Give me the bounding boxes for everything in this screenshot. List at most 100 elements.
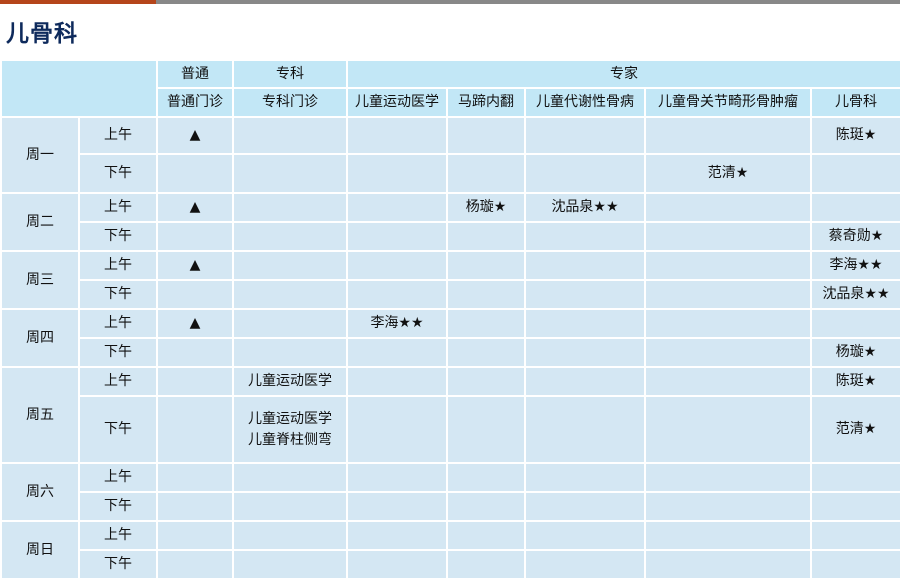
schedule-cell — [446, 395, 526, 464]
schedule-cell: 范清★ — [810, 395, 900, 464]
schedule-cell — [446, 366, 526, 397]
column-header-pediatric-ortho: 儿骨科 — [810, 87, 900, 118]
schedule-cell — [810, 153, 900, 194]
period-label: 上午 — [78, 192, 158, 223]
column-header-sports-medicine: 儿童运动医学 — [346, 87, 448, 118]
schedule-cell — [810, 308, 900, 339]
day-label: 周五 — [0, 366, 80, 464]
schedule-cell — [346, 462, 448, 493]
schedule-cell — [644, 549, 812, 580]
schedule-cell — [346, 549, 448, 580]
schedule-cell — [232, 462, 348, 493]
schedule-cell — [644, 395, 812, 464]
schedule-cell — [156, 366, 234, 397]
schedule-cell — [644, 192, 812, 223]
schedule-cell: 沈品泉★★ — [810, 279, 900, 310]
group-header-expert: 专家 — [346, 59, 900, 89]
schedule-cell — [346, 366, 448, 397]
schedule-cell — [346, 116, 448, 155]
day-label: 周三 — [0, 250, 80, 310]
group-header-specialty: 专科 — [232, 59, 348, 89]
period-label: 上午 — [78, 462, 158, 493]
table-row: 周五 上午 儿童运动医学 陈珽★ — [0, 366, 900, 464]
schedule-cell — [446, 279, 526, 310]
day-label: 周六 — [0, 462, 80, 522]
schedule-cell — [232, 279, 348, 310]
table-row: 下午 沈品泉★★ — [1, 279, 900, 310]
schedule-cell — [346, 395, 448, 464]
schedule-cell — [524, 520, 646, 551]
schedule-cell — [156, 153, 234, 194]
schedule-cell — [644, 520, 812, 551]
schedule-cell — [232, 153, 348, 194]
day-label: 周二 — [0, 192, 80, 252]
schedule-cell — [644, 250, 812, 281]
schedule-cell: ▲ — [156, 308, 234, 339]
schedule-cell — [644, 279, 812, 310]
schedule-cell: 陈珽★ — [810, 116, 900, 155]
schedule-cell: 范清★ — [644, 153, 812, 194]
table-row: 周日 上午 — [0, 520, 900, 580]
table-row: 周一 上午 ▲ 陈珽★ — [0, 116, 900, 194]
schedule-cell — [446, 153, 526, 194]
schedule-cell — [524, 337, 646, 368]
schedule-cell — [346, 192, 448, 223]
schedule-cell — [346, 337, 448, 368]
schedule-cell — [446, 337, 526, 368]
schedule-cell — [524, 153, 646, 194]
schedule-cell — [524, 279, 646, 310]
schedule-cell — [644, 462, 812, 493]
schedule-cell — [446, 549, 526, 580]
schedule-cell — [446, 308, 526, 339]
schedule-cell — [446, 116, 526, 155]
schedule-cell — [644, 366, 812, 397]
schedule-cell — [644, 337, 812, 368]
table-row: 下午 蔡奇勋★ — [1, 221, 900, 252]
schedule-cell — [644, 116, 812, 155]
schedule-cell: 儿童运动医学 — [232, 366, 348, 397]
table-row: 周三 上午 ▲ 李海★★ — [0, 250, 900, 310]
period-label: 下午 — [78, 337, 158, 368]
day-label: 周日 — [0, 520, 80, 580]
schedule-cell — [524, 462, 646, 493]
schedule-cell — [232, 491, 348, 522]
period-label: 下午 — [78, 279, 158, 310]
schedule-cell — [156, 395, 234, 464]
schedule-cell — [644, 221, 812, 252]
schedule-cell — [156, 462, 234, 493]
schedule-cell — [156, 491, 234, 522]
schedule-cell — [156, 221, 234, 252]
period-label: 上午 — [78, 116, 158, 155]
schedule-cell: ▲ — [156, 250, 234, 281]
schedule-cell — [156, 279, 234, 310]
schedule-cell — [524, 221, 646, 252]
schedule-cell — [156, 520, 234, 551]
period-label: 下午 — [78, 491, 158, 522]
table-row: 下午 范清★ — [1, 153, 900, 194]
schedule-cell — [232, 192, 348, 223]
schedule-cell — [156, 549, 234, 580]
schedule-cell — [446, 491, 526, 522]
schedule-cell — [346, 153, 448, 194]
group-header-general: 普通 — [156, 59, 234, 89]
top-bar-accent — [0, 0, 156, 4]
schedule-cell — [810, 192, 900, 223]
schedule-cell — [810, 462, 900, 493]
schedule-cell — [156, 337, 234, 368]
schedule-cell — [524, 395, 646, 464]
period-label: 上午 — [78, 520, 158, 551]
schedule-cell — [644, 491, 812, 522]
schedule-cell — [346, 279, 448, 310]
period-label: 下午 — [78, 395, 158, 464]
table-row: 下午 杨璇★ — [1, 337, 900, 368]
day-label: 周一 — [0, 116, 80, 194]
schedule-cell: 杨璇★ — [446, 192, 526, 223]
schedule-cell — [446, 221, 526, 252]
schedule-cell — [346, 491, 448, 522]
schedule-cell: 杨璇★ — [810, 337, 900, 368]
table-row: 周四 上午 ▲ 李海★★ — [0, 308, 900, 368]
schedule-cell — [524, 308, 646, 339]
schedule-cell: ▲ — [156, 116, 234, 155]
schedule-cell — [524, 116, 646, 155]
schedule-body: 周一 上午 ▲ 陈珽★ 下午 范清★ 周二 上午 ▲ 杨璇★ 沈品泉★★ 下午 蔡奇勋★ 周三 上午 ▲ 李海★… — [0, 116, 900, 580]
